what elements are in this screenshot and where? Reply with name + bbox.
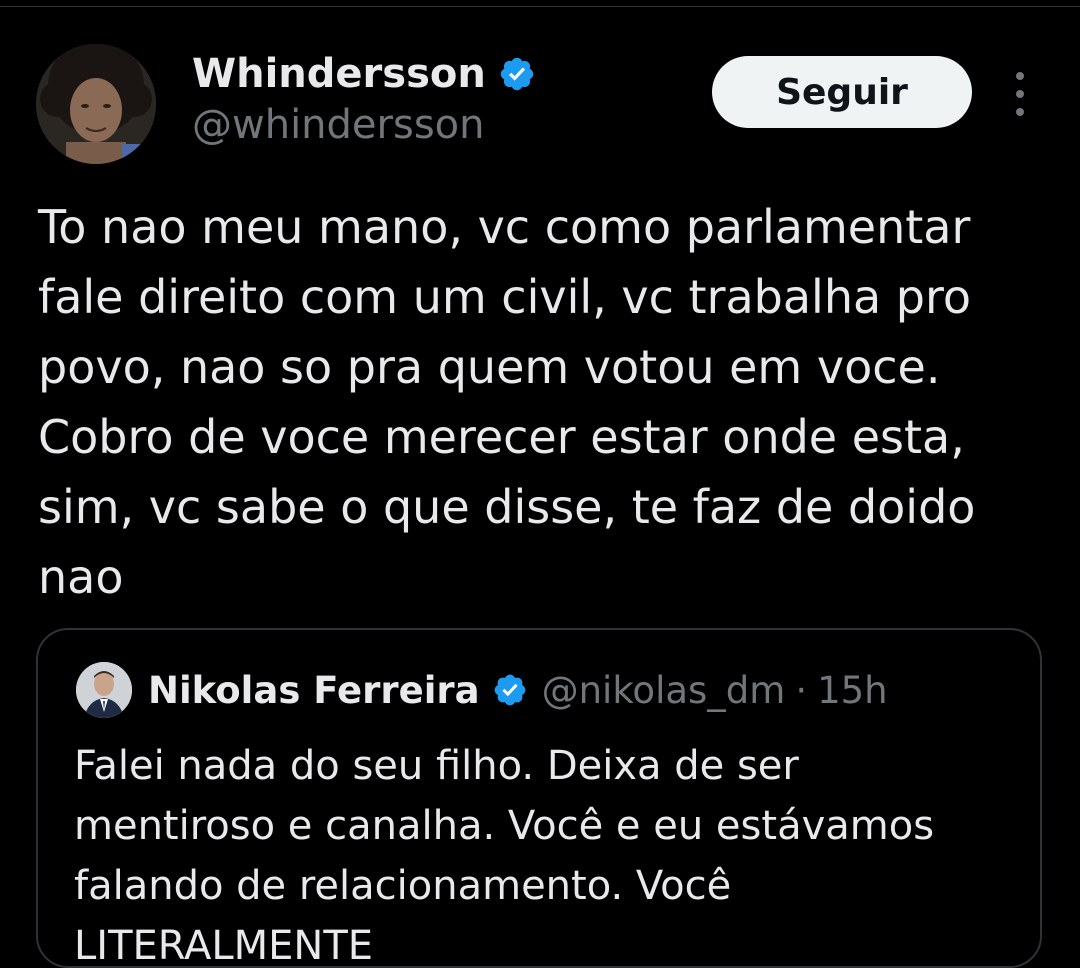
quote-text-line: LITERALMENTE [74, 923, 374, 968]
tweet-text-line: fale direito com um civil, vc trabalha p… [38, 270, 972, 324]
follow-button[interactable]: Seguir [712, 56, 972, 128]
author-name[interactable]: Whindersson [192, 51, 486, 97]
quote-author-avatar[interactable] [76, 662, 132, 718]
quote-author-name[interactable]: Nikolas Ferreira [148, 669, 480, 712]
more-dot [1016, 108, 1024, 116]
tweet: Whindersson @whindersson Seguir To nao m… [0, 0, 1080, 968]
quote-author-handle[interactable]: @nikolas_dm [542, 669, 786, 712]
quote-text-line: mentiroso e canalha. Você e eu estávamos [74, 803, 935, 849]
quoted-tweet[interactable]: Nikolas Ferreira @nikolas_dm · 15h Falei… [36, 628, 1042, 968]
quote-separator: · [795, 668, 808, 712]
quote-timestamp[interactable]: 15h [817, 669, 888, 712]
author-handle[interactable]: @whindersson [192, 102, 536, 148]
tweet-text-line: nao [38, 550, 124, 604]
more-dot [1016, 72, 1024, 80]
quote-text: Falei nada do seu filho. Deixa de ser me… [74, 736, 1034, 968]
tweet-text-line: Cobro de voce merecer estar onde esta, [38, 410, 965, 464]
tweet-text: To nao meu mano, vc como parlamentar fal… [38, 192, 1048, 612]
author-avatar[interactable] [36, 44, 156, 164]
author-avatar-image [36, 44, 156, 164]
verified-badge-icon [492, 672, 528, 708]
tweet-text-line: To nao meu mano, vc como parlamentar [38, 200, 971, 254]
quote-text-line: Falei nada do seu filho. Deixa de ser [74, 743, 799, 789]
quote-text-line: falando de relacionamento. Você [74, 863, 732, 909]
verified-badge-icon [498, 55, 536, 93]
tweet-text-line: sim, vc sabe o que disse, te faz de doid… [38, 480, 976, 534]
quote-author-avatar-image [76, 662, 132, 718]
tweet-text-line: povo, nao so pra quem votou em voce. [38, 340, 941, 394]
quote-header: Nikolas Ferreira @nikolas_dm · 15h [148, 664, 888, 716]
author-name-row: Whindersson [192, 48, 536, 100]
author-block: Whindersson @whindersson [192, 48, 536, 148]
more-options-icon[interactable] [1006, 72, 1034, 116]
more-dot [1016, 90, 1024, 98]
